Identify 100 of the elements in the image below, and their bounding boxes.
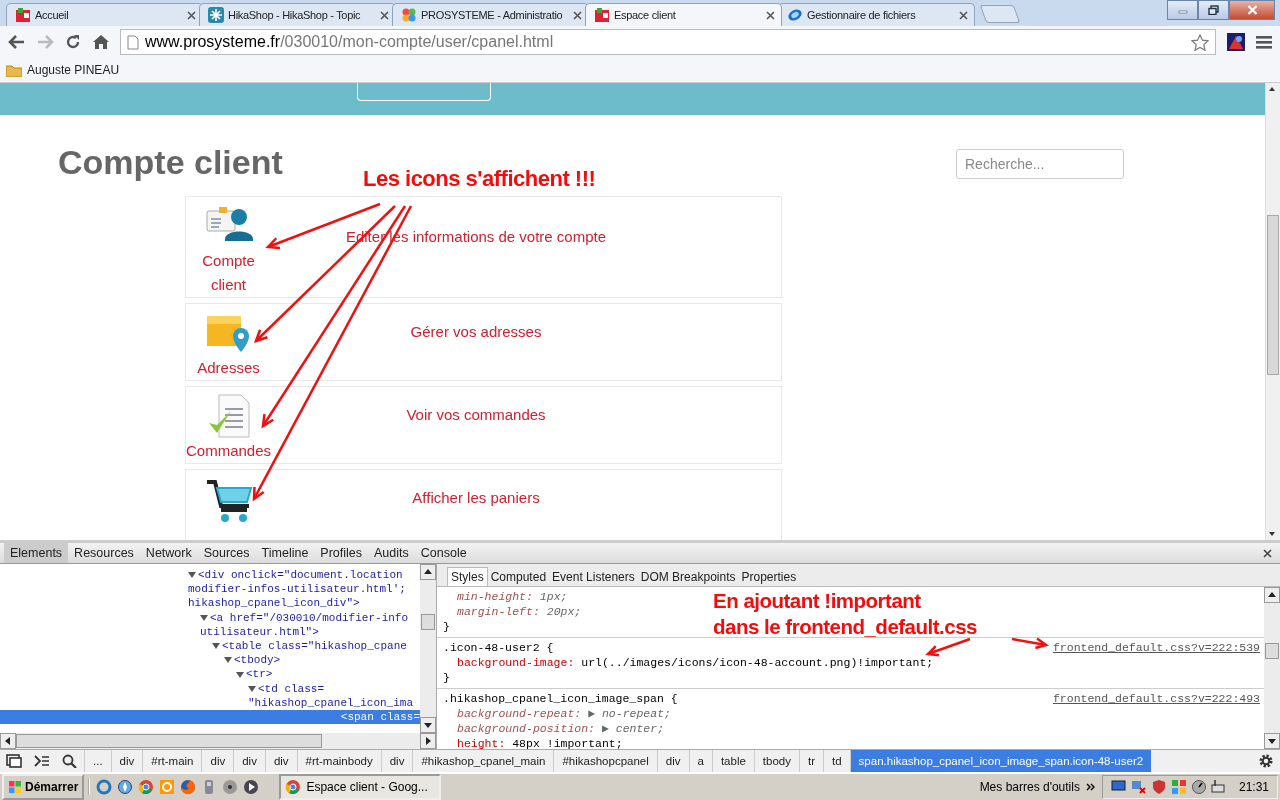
styles-tab[interactable]: Computed [487, 568, 550, 586]
play-icon[interactable] [243, 779, 260, 795]
search-field[interactable]: Recherche... [956, 149, 1124, 179]
panel-row[interactable]: Adresses Gérer vos adresses [185, 303, 782, 381]
battery-plug-icon[interactable] [1210, 779, 1227, 795]
collapse-icon[interactable] [248, 684, 256, 693]
collapse-icon[interactable] [224, 656, 232, 665]
back-icon[interactable] [8, 34, 26, 50]
browser-tab[interactable]: Espace client [585, 3, 782, 26]
panel-description[interactable]: Voir vos commandes [406, 406, 546, 423]
home-icon[interactable] [92, 33, 110, 51]
collapse-icon[interactable] [236, 670, 244, 679]
devtools-tab[interactable]: Sources [197, 543, 256, 563]
css-declaration: min-height: 1px; [457, 590, 568, 603]
chrome-icon [285, 779, 302, 795]
scroll-thumb[interactable] [1267, 215, 1279, 375]
address-field[interactable]: www.prosysteme.fr/030010/mon-compte/user/cpanel.html [120, 29, 1216, 55]
toolbars-label[interactable]: Mes barres d'outils [979, 780, 1080, 794]
grid-icon[interactable] [1170, 779, 1187, 795]
star-icon[interactable] [1191, 33, 1209, 51]
collapse-icon[interactable] [212, 642, 220, 651]
chevron-icon[interactable] [1085, 782, 1096, 792]
console-icon[interactable] [34, 754, 50, 768]
menu-icon[interactable] [1256, 35, 1272, 49]
scroll-down-icon[interactable] [1264, 733, 1280, 749]
swirl-icon [787, 7, 803, 23]
collapse-icon[interactable] [188, 571, 196, 580]
scroll-thumb[interactable] [16, 734, 322, 748]
css-declaration: background-repeat: ▶ no-repeat; [457, 707, 671, 720]
page-title: Compte client [58, 143, 283, 182]
bookmark-folder[interactable]: Auguste PINEAU [6, 63, 120, 77]
close-icon[interactable] [187, 10, 196, 20]
devtools-tab[interactable]: Network [139, 543, 198, 563]
reload-icon[interactable] [64, 33, 82, 51]
close-icon[interactable] [380, 10, 389, 20]
scroll-left-icon[interactable] [0, 733, 16, 749]
folder-icon [6, 63, 22, 77]
close-button[interactable] [1229, 0, 1275, 20]
dom-node-text[interactable]: <a href="/030010/modifier-info [210, 610, 409, 625]
devtools-tab[interactable]: Resources [68, 543, 140, 563]
close-icon[interactable] [959, 10, 968, 20]
annotation-text: Les icons s'affichent !!! [363, 166, 596, 192]
dock-icon[interactable] [6, 754, 22, 768]
panel-description[interactable]: Afficher les paniers [412, 489, 540, 506]
settings-icon[interactable] [1258, 753, 1274, 769]
styles-tab[interactable]: Event Listeners [549, 568, 638, 586]
dom-node-text[interactable]: <tr> [246, 667, 273, 682]
styles-tab[interactable]: Styles [447, 567, 488, 586]
panel-description[interactable]: Gérer vos adresses [410, 323, 542, 340]
panel-link[interactable]: Commandes [186, 439, 272, 463]
disc-icon[interactable] [222, 779, 239, 795]
devtools-tab[interactable]: Console [414, 543, 473, 563]
start-button[interactable]: Démarrer [2, 774, 85, 800]
breadcrumb[interactable]: span.hikashop_cpanel_icon_image_span.icon-48-user2 [849, 750, 1152, 772]
network-error-icon[interactable] [1130, 779, 1147, 795]
compass-icon[interactable] [117, 779, 134, 795]
dom-node-text[interactable]: <tbody> [234, 653, 281, 668]
search-icon[interactable] [62, 754, 78, 768]
flower-icon [401, 7, 417, 23]
source-link[interactable]: frontend_default.css?v=222:493 [1052, 691, 1260, 706]
close-icon[interactable] [573, 10, 582, 20]
dom-node-text[interactable]: modifier-infos-utilisateur.html'; [188, 582, 406, 597]
taskbar-window-button[interactable]: Espace client - Goog... [279, 774, 442, 800]
site-icon [15, 7, 31, 23]
devtools-tab[interactable]: Elements [4, 543, 69, 563]
devtools-tab[interactable]: Profiles [314, 543, 369, 563]
close-icon[interactable] [1263, 548, 1272, 558]
dom-node-text[interactable]: "hikashop_cpanel_icon_ima [248, 695, 414, 711]
scroll-up-icon[interactable] [1264, 587, 1280, 603]
restore-icon [1208, 5, 1219, 15]
css-brace: } [443, 671, 450, 684]
gauge-icon[interactable] [1190, 779, 1207, 795]
scroll-thumb[interactable] [1265, 643, 1279, 659]
scroll-thumb[interactable] [421, 614, 435, 630]
extension-icon[interactable] [1226, 32, 1246, 52]
styles-tab[interactable]: Properties [738, 568, 800, 586]
panel-row[interactable]: Commandes Voir vos commandes [185, 386, 782, 464]
annotation-text: En ajoutant !important dans le frontend_default.css [713, 588, 977, 640]
close-icon[interactable] [766, 10, 775, 20]
dom-node-text[interactable]: <table class="hikashop_cpane [222, 639, 407, 654]
source-link[interactable]: frontend_default.css?v=222:539 [1052, 640, 1260, 655]
dom-node-text[interactable]: <span class= [340, 710, 420, 725]
devtools-tab[interactable]: Audits [368, 543, 415, 563]
windows-flag-icon [8, 780, 22, 794]
collapse-icon[interactable] [200, 613, 208, 622]
chrome-icon[interactable] [138, 779, 155, 795]
panel-link[interactable]: Compte client [196, 249, 261, 297]
scroll-down-icon[interactable] [420, 717, 436, 733]
restore-button[interactable] [1198, 0, 1229, 20]
scroll-right-icon[interactable] [420, 733, 436, 749]
styles-tab[interactable]: DOM Breakpoints [637, 568, 739, 586]
dom-node-text[interactable]: hikashop_cpanel_icon_div"> [188, 596, 360, 611]
devtools-tab[interactable]: Timeline [255, 543, 315, 563]
shield-icon[interactable] [1150, 779, 1167, 795]
firefox-icon[interactable] [180, 779, 197, 795]
dom-node-text[interactable]: utilisateur.html"> [200, 624, 319, 639]
dom-node-text[interactable]: <td class= [258, 681, 324, 696]
dom-node-text[interactable]: <div onclick="document.location [198, 568, 403, 583]
panel-link[interactable]: Adresses [197, 356, 260, 380]
scroll-up-icon[interactable] [420, 564, 436, 580]
